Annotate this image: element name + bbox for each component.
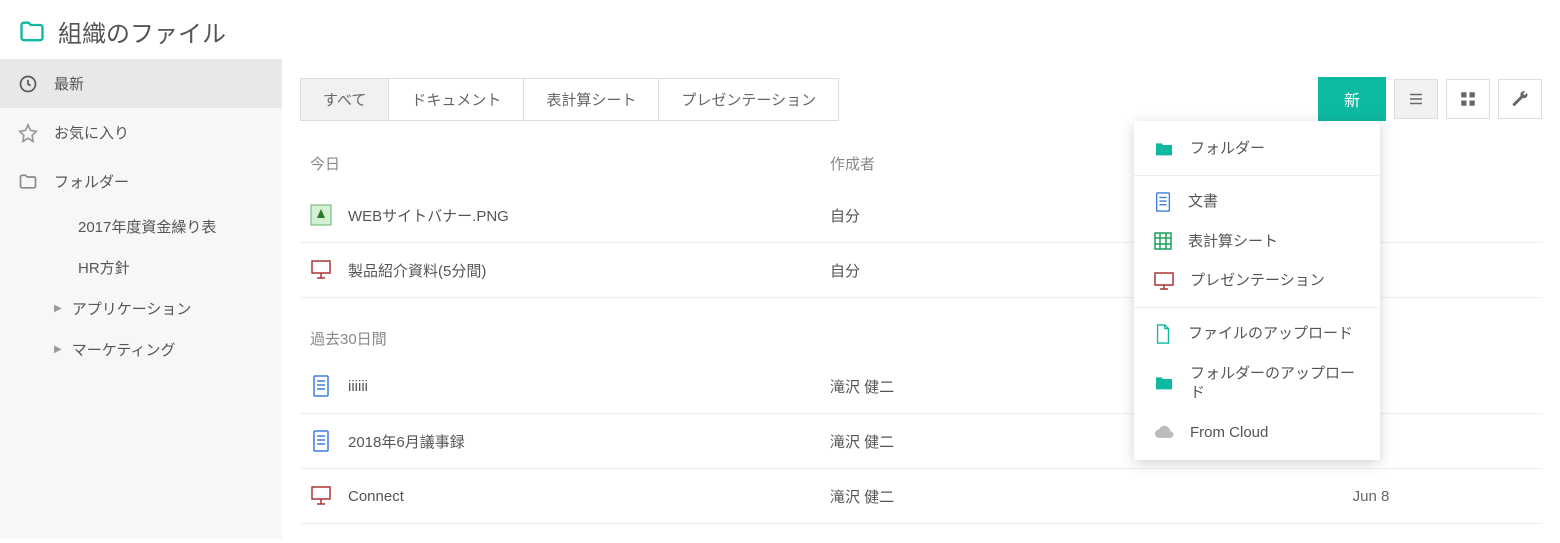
file-name: WEBサイトバナー.PNG — [348, 205, 830, 226]
sidebar-item-label: フォルダー — [54, 171, 129, 192]
file-type-icon — [310, 485, 332, 507]
tab-spreadsheet[interactable]: 表計算シート — [524, 79, 659, 120]
file-date: Jun 8 — [1210, 488, 1532, 505]
file-type-icon — [310, 430, 332, 452]
folder-upload-icon — [1154, 375, 1174, 391]
sidebar-sub-hr[interactable]: HR方針 — [20, 247, 282, 288]
folder-outline-icon — [18, 172, 38, 192]
page-title: 組織のファイル — [58, 14, 226, 49]
sidebar: 最新 お気に入り フォルダー 2017年度資金繰り表 HR方針 ▶ アプリケーシ… — [0, 59, 282, 539]
file-type-icon — [310, 375, 332, 397]
filter-tabs: すべて ドキュメント 表計算シート プレゼンテーション — [300, 78, 839, 121]
wrench-icon — [1511, 90, 1529, 108]
dropdown-label: フォルダー — [1190, 139, 1360, 159]
sidebar-sub-applications[interactable]: ▶ アプリケーション — [20, 288, 282, 329]
list-icon — [1407, 90, 1425, 108]
file-name: 製品紹介資料(5分間) — [348, 260, 830, 281]
dropdown-item-from-cloud[interactable]: From Cloud — [1134, 413, 1380, 453]
dropdown-item-spreadsheet[interactable]: 表計算シート — [1134, 222, 1380, 262]
tab-all[interactable]: すべて — [301, 79, 389, 120]
dropdown-item-document[interactable]: 文書 — [1134, 182, 1380, 222]
cloud-icon — [1154, 425, 1174, 439]
sidebar-sublist: 2017年度資金繰り表 HR方針 ▶ アプリケーション ▶ マーケティング — [0, 206, 282, 370]
dropdown-label: 表計算シート — [1188, 232, 1360, 252]
caret-right-icon: ▶ — [54, 303, 62, 314]
folder-fill-icon — [1154, 141, 1174, 157]
grid-icon — [1459, 90, 1477, 108]
caret-right-icon: ▶ — [54, 344, 62, 355]
settings-button[interactable] — [1498, 79, 1542, 119]
file-name: Connect — [348, 488, 830, 505]
sidebar-sub-label: アプリケーション — [72, 298, 192, 319]
file-name: 2018年6月議事録 — [348, 431, 830, 452]
folder-icon — [18, 18, 46, 46]
dropdown-label: 文書 — [1188, 192, 1360, 212]
tab-presentation[interactable]: プレゼンテーション — [659, 79, 838, 120]
dropdown-item-upload-folder[interactable]: フォルダーのアップロード — [1134, 354, 1380, 413]
new-dropdown: フォルダー 文書 表計算シート プレゼンテーション ファイルのアップロード — [1134, 121, 1380, 460]
spreadsheet-icon — [1154, 232, 1172, 250]
dropdown-label: ファイルのアップロード — [1188, 324, 1360, 344]
presentation-icon — [1154, 272, 1174, 290]
sidebar-item-favorites[interactable]: お気に入り — [0, 108, 282, 157]
tab-document[interactable]: ドキュメント — [389, 79, 524, 120]
file-type-icon — [310, 204, 332, 226]
sidebar-sub-label: HR方針 — [78, 257, 130, 278]
dropdown-label: From Cloud — [1190, 423, 1360, 443]
sidebar-item-label: お気に入り — [54, 122, 129, 143]
column-header-today: 今日 — [310, 153, 830, 174]
page-header: 組織のファイル — [0, 0, 1560, 59]
sidebar-item-label: 最新 — [54, 73, 84, 94]
file-name: iiiiii — [348, 378, 830, 395]
star-icon — [18, 123, 38, 143]
clock-icon — [18, 74, 38, 94]
sidebar-sub-marketing[interactable]: ▶ マーケティング — [20, 329, 282, 370]
new-button[interactable]: 新 — [1318, 77, 1386, 121]
sidebar-item-recent[interactable]: 最新 — [0, 59, 282, 108]
view-list-button[interactable] — [1394, 79, 1438, 119]
file-creator: 滝沢 健二 — [830, 486, 1210, 507]
sidebar-sub-label: 2017年度資金繰り表 — [78, 216, 216, 237]
file-row[interactable]: Connect滝沢 健二Jun 8 — [300, 469, 1542, 524]
document-icon — [1154, 192, 1172, 212]
dropdown-item-folder[interactable]: フォルダー — [1134, 129, 1380, 169]
file-type-icon — [310, 259, 332, 281]
dropdown-label: プレゼンテーション — [1190, 271, 1360, 291]
dropdown-item-presentation[interactable]: プレゼンテーション — [1134, 261, 1380, 301]
main-content: すべて ドキュメント 表計算シート プレゼンテーション 新 今日 作成者 WEB… — [282, 59, 1560, 539]
sidebar-sub-label: マーケティング — [72, 339, 176, 360]
view-grid-button[interactable] — [1446, 79, 1490, 119]
dropdown-item-upload-file[interactable]: ファイルのアップロード — [1134, 314, 1380, 354]
sidebar-sub-budget2017[interactable]: 2017年度資金繰り表 — [20, 206, 282, 247]
file-upload-icon — [1154, 324, 1172, 344]
sidebar-item-folders[interactable]: フォルダー — [0, 157, 282, 206]
dropdown-label: フォルダーのアップロード — [1190, 364, 1360, 403]
